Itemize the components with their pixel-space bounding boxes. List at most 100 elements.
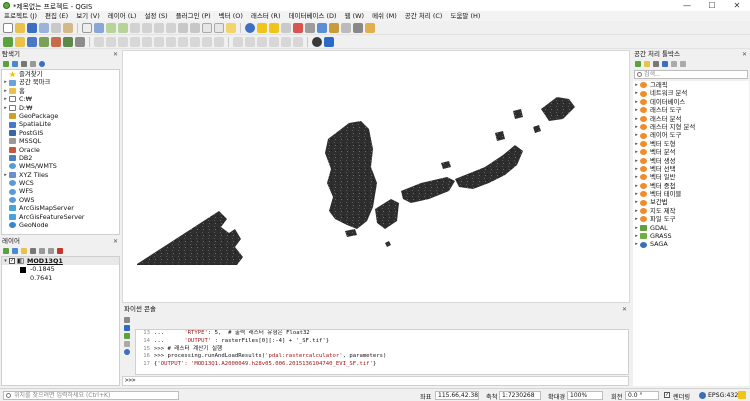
filter-icon[interactable] — [21, 60, 27, 67]
menu-help[interactable]: 도움말 (H) — [446, 11, 484, 21]
undo-icon[interactable] — [202, 36, 212, 47]
paste-features-icon[interactable] — [190, 36, 200, 47]
delete-selected-icon[interactable] — [154, 36, 164, 47]
menu-raster[interactable]: 래스터 (R) — [247, 11, 285, 21]
close-button[interactable]: ✕ — [725, 0, 749, 11]
browser-item-arcgis-mapserver[interactable]: ArcGisMapServer — [2, 204, 119, 212]
menu-settings[interactable]: 설정 (S) — [140, 11, 171, 21]
digitize-icon[interactable] — [130, 36, 140, 47]
processing-item-file-tools[interactable]: ▸ 파일 도구 — [633, 215, 749, 223]
edit-features-in-place-icon[interactable] — [671, 60, 677, 67]
refresh-icon[interactable] — [12, 60, 18, 67]
field-calculator-icon[interactable] — [293, 22, 303, 33]
select-features-icon[interactable] — [257, 22, 267, 33]
zoom-next-icon[interactable] — [190, 22, 200, 33]
console-input[interactable]: >>> — [122, 376, 629, 386]
render-checkbox[interactable]: ✓ — [664, 392, 670, 398]
identify-icon[interactable] — [245, 22, 255, 33]
processing-search-input[interactable]: 검색... — [634, 70, 748, 79]
add-virtual-layer-icon[interactable] — [75, 36, 85, 47]
python-console-close-button[interactable]: ✕ — [622, 305, 630, 314]
scale-field[interactable]: 1:7230268 — [499, 391, 541, 400]
processing-item-vector-overlay[interactable]: ▸ 벡터 중첩 — [633, 182, 749, 190]
menu-web[interactable]: 웹 (W) — [341, 11, 369, 21]
new-map-view-icon[interactable] — [202, 22, 212, 33]
statistical-summary-icon[interactable] — [329, 22, 339, 33]
menu-project[interactable]: 프로젝트 (J) — [0, 11, 41, 21]
minimize-button[interactable]: — — [675, 0, 699, 11]
processing-item-saga[interactable]: ▸ SAGA — [633, 240, 749, 248]
processing-item-raster-tools[interactable]: ▸ 래스터 도구 — [633, 106, 749, 114]
browser-item-xyz-tiles[interactable]: ▸ XYZ Tiles — [2, 171, 119, 179]
menu-processing[interactable]: 공간 처리 (C) — [401, 11, 447, 21]
browser-item-spatial-bookmarks[interactable]: ▸ 공간 북마크 — [2, 78, 119, 86]
processing-toolbox-close-button[interactable]: ✕ — [742, 50, 750, 59]
pan-icon[interactable] — [82, 22, 92, 33]
processing-item-raster-analysis[interactable]: ▸ 래스터 분석 — [633, 115, 749, 123]
browser-item-home[interactable]: ▸ 홈 — [2, 87, 119, 95]
results-viewer-icon[interactable] — [662, 60, 668, 67]
label-tool-icon[interactable] — [233, 36, 243, 47]
data-source-manager-icon[interactable] — [3, 36, 13, 47]
console-output[interactable]: 13... 'RTYPE': 5, # 출력 래스터 유형은 Float32 1… — [135, 329, 629, 375]
save-edits-icon[interactable] — [118, 36, 128, 47]
menu-edit[interactable]: 편집 (E) — [41, 11, 72, 21]
processing-item-vector-geometry[interactable]: ▸ 벡터 도형 — [633, 140, 749, 148]
processing-item-layer-tools[interactable]: ▸ 레이어 도구 — [633, 131, 749, 139]
layer-visibility-checkbox[interactable]: ✓ — [9, 258, 15, 265]
layers-panel-close-button[interactable]: ✕ — [113, 237, 121, 246]
menu-plugins[interactable]: 플러그인 (P) — [172, 11, 215, 21]
options-icon[interactable] — [124, 341, 130, 347]
layout-manager-icon[interactable] — [63, 22, 73, 33]
zoom-full-icon[interactable] — [130, 22, 140, 33]
add-raster-layer-icon[interactable] — [51, 36, 61, 47]
toggle-editing-icon[interactable] — [106, 36, 116, 47]
models-icon[interactable] — [635, 60, 641, 67]
magnifier-field[interactable]: 100% — [567, 391, 603, 400]
coordinate-field[interactable]: 115.66,42.38 — [435, 391, 479, 400]
browser-item-spatialite[interactable]: SpatiaLite — [2, 120, 119, 128]
menu-database[interactable]: 데이터베이스 (D) — [285, 11, 341, 21]
browser-item-drive-c[interactable]: ▸ C:₩ — [2, 95, 119, 103]
browser-item-arcgis-featureserver[interactable]: ArcGisFeatureServer — [2, 213, 119, 221]
add-vector-layer-icon[interactable] — [39, 36, 49, 47]
crs-globe-icon[interactable] — [699, 392, 706, 399]
help-icon[interactable] — [124, 349, 130, 355]
locator-search-input[interactable]: 위치를 찾으려면 입력하세요 (Ctrl+K) — [3, 391, 179, 400]
zoom-out-icon[interactable] — [118, 22, 128, 33]
filter-legend-icon[interactable] — [30, 247, 36, 254]
open-project-icon[interactable] — [15, 22, 25, 33]
browser-item-oracle[interactable]: Oracle — [2, 146, 119, 154]
refresh-icon[interactable] — [226, 22, 236, 33]
menu-mesh[interactable]: 메쉬 (M) — [368, 11, 401, 21]
menu-vector[interactable]: 벡터 (O) — [215, 11, 247, 21]
copy-features-icon[interactable] — [178, 36, 188, 47]
save-as-icon[interactable] — [39, 22, 49, 33]
map-tips-icon[interactable] — [353, 22, 363, 33]
history-icon[interactable] — [653, 60, 659, 67]
cut-features-icon[interactable] — [166, 36, 176, 47]
deselect-icon[interactable] — [281, 22, 291, 33]
temporal-controller-icon[interactable] — [214, 22, 224, 33]
chevron-down-icon[interactable]: ▾ — [2, 257, 9, 265]
processing-item-vector-creation[interactable]: ▸ 벡터 생성 — [633, 157, 749, 165]
save-project-icon[interactable] — [27, 22, 37, 33]
new-geopackage-layer-icon[interactable] — [15, 36, 25, 47]
clear-console-icon[interactable] — [124, 317, 130, 323]
zoom-to-layer-icon[interactable] — [154, 22, 164, 33]
open-attribute-table-icon[interactable] — [305, 22, 315, 33]
processing-item-database[interactable]: ▸ 데이터베이스 — [633, 98, 749, 106]
map-canvas[interactable] — [122, 50, 630, 303]
vertex-tool-icon[interactable] — [142, 36, 152, 47]
zoom-native-icon[interactable] — [166, 22, 176, 33]
show-editor-icon[interactable] — [124, 333, 130, 339]
add-mesh-layer-icon[interactable] — [63, 36, 73, 47]
collapse-all-icon[interactable] — [30, 60, 36, 67]
processing-toolbox-icon[interactable] — [317, 22, 327, 33]
plugin-globe-icon[interactable] — [312, 36, 322, 47]
maximize-button[interactable]: ☐ — [700, 0, 724, 11]
browser-panel-close-button[interactable]: ✕ — [113, 50, 121, 59]
new-shapefile-layer-icon[interactable] — [27, 36, 37, 47]
current-edits-icon[interactable] — [94, 36, 104, 47]
layer-row-mod13q1[interactable]: ▾ ✓ MOD13Q1 — [2, 257, 119, 266]
